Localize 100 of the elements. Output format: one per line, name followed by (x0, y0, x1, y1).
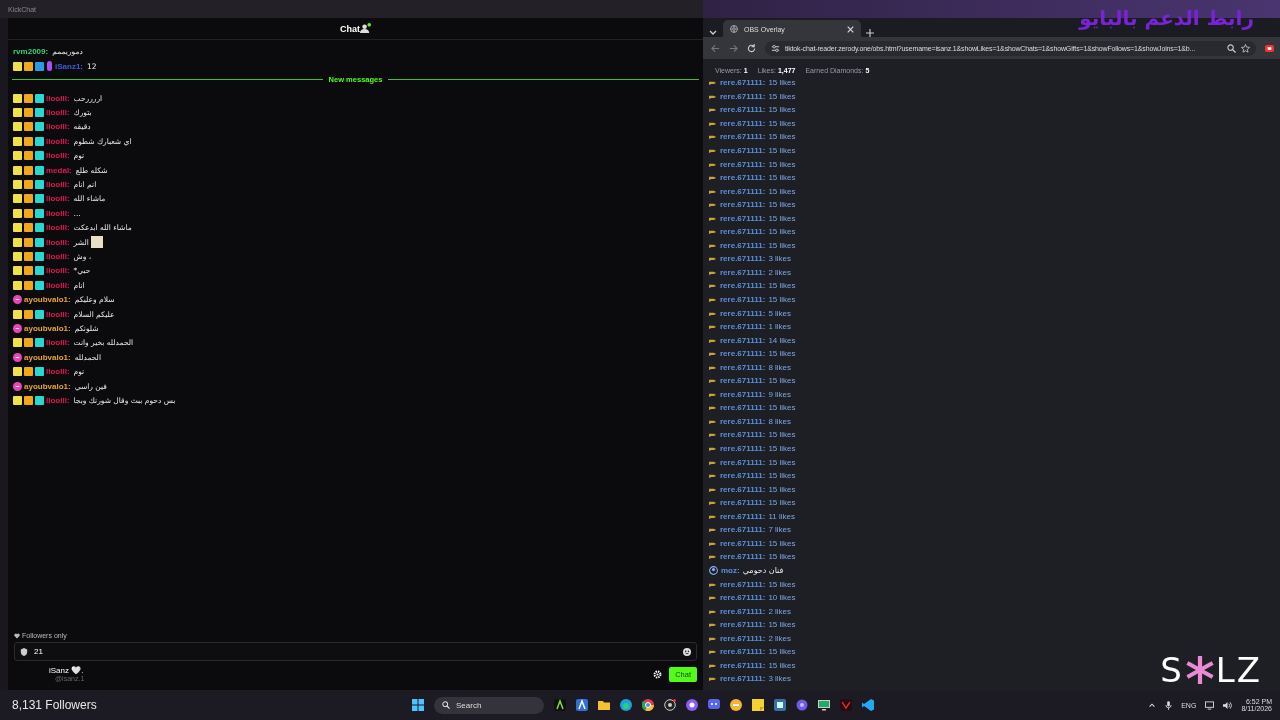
app-icon[interactable] (554, 699, 566, 711)
event-username: rere.671111: (720, 552, 766, 562)
username[interactable]: lloolll: (46, 237, 70, 247)
site-settings-icon[interactable] (771, 43, 780, 53)
forward-arrow-icon[interactable] (729, 43, 738, 53)
settings-icon[interactable] (653, 669, 663, 679)
event-text: 15 likes (768, 146, 796, 155)
username[interactable]: lloolll: (46, 194, 70, 204)
event-username: rere.671111: (720, 349, 766, 359)
profile-name: iSanz 🤍. (49, 666, 85, 675)
event-text: فنان دحومي (742, 565, 784, 575)
event-username: rere.671111: (720, 78, 766, 88)
folder-icon[interactable] (598, 699, 610, 711)
message-input-field[interactable]: 21 (14, 642, 697, 661)
username[interactable]: iSanz1: (55, 61, 83, 71)
user-icon[interactable] (360, 23, 371, 34)
star-icon (1185, 656, 1214, 684)
close-icon[interactable] (847, 25, 854, 33)
plus-icon[interactable] (866, 29, 874, 37)
event-text: 15 likes (768, 105, 796, 115)
username[interactable]: ayoubvalo1: (24, 295, 71, 305)
event-username: rere.671111: (720, 525, 766, 535)
username[interactable]: lloolll: (46, 108, 70, 118)
chat-app-icon[interactable] (708, 699, 720, 711)
event-username: rere.671111: (720, 295, 766, 304)
volume-icon[interactable] (1223, 700, 1233, 710)
browser-icon[interactable] (642, 699, 654, 711)
app-icon[interactable] (774, 699, 786, 711)
event-username: rere.671111: (720, 633, 766, 643)
event-username: rere.671111: (720, 430, 766, 440)
username[interactable]: lloolll: (46, 252, 70, 261)
app-icon[interactable] (796, 699, 808, 711)
event-text: 2 likes (768, 606, 792, 616)
event-username: rere.671111: (720, 403, 766, 413)
username[interactable]: lloolll: (46, 122, 70, 132)
username[interactable]: ayoubvalo1: (24, 323, 71, 333)
subscriber-badge (13, 61, 22, 71)
microphone-icon[interactable] (1165, 700, 1173, 710)
username[interactable]: lloolll: (46, 93, 70, 103)
zoom-icon[interactable] (1227, 43, 1236, 53)
event-text: 2 likes (768, 267, 792, 277)
username[interactable]: lloolll: (46, 309, 70, 319)
event-username: rere.671111: (720, 376, 766, 386)
username[interactable]: lloolll: (46, 208, 70, 218)
logo-text: LZ (1215, 650, 1262, 690)
message-input[interactable]: 21 (34, 647, 677, 656)
app-icon[interactable] (730, 699, 742, 711)
app-icon[interactable] (576, 699, 588, 711)
username[interactable]: lloolll: (46, 136, 70, 146)
username[interactable]: medal: (46, 165, 72, 175)
back-arrow-icon[interactable] (711, 43, 720, 53)
event-text: 3 likes (768, 254, 792, 264)
microphone-icon (46, 61, 53, 71)
shield-icon (20, 647, 28, 656)
globe-icon (730, 25, 738, 33)
username[interactable]: lloolll: (46, 151, 70, 161)
event-text: 15 likes (768, 200, 796, 210)
event-username: rere.671111: (720, 118, 766, 128)
username[interactable]: lloolll: (46, 338, 70, 348)
app-icon[interactable] (686, 699, 698, 711)
event-text: 15 likes (768, 579, 796, 589)
monitor-icon[interactable] (818, 699, 830, 711)
username[interactable]: rvm2009: (13, 46, 49, 56)
code-editor-icon[interactable] (862, 699, 874, 711)
username[interactable]: lloolll: (46, 180, 70, 190)
event-username: rere.671111: (720, 308, 766, 318)
reload-icon[interactable] (747, 43, 756, 53)
event-username: rere.671111: (720, 593, 766, 603)
event-username: rere.671111: (720, 457, 766, 467)
subscriber-badge (13, 367, 22, 377)
heart-icon (14, 632, 20, 639)
username[interactable]: ayoubvalo1: (24, 381, 71, 391)
crown-badge (24, 61, 33, 71)
chevron-up-icon[interactable] (1148, 701, 1157, 709)
event-username: rere.671111: (720, 91, 766, 101)
event-text: 15 likes (768, 281, 796, 291)
event-text: 15 likes (768, 471, 796, 481)
event-username: rere.671111: (720, 213, 766, 223)
event-text: 15 likes (768, 620, 796, 630)
username[interactable]: lloolll: (46, 395, 70, 405)
event-username: rere.671111: (720, 389, 766, 399)
windows-icon[interactable] (412, 699, 424, 711)
event-username: rere.671111: (720, 416, 766, 426)
username[interactable]: lloolll: (46, 223, 70, 233)
browser-icon[interactable] (620, 699, 632, 711)
username[interactable]: lloolll: (46, 266, 70, 276)
search-field[interactable]: Search (456, 700, 536, 710)
taskbar-search-field[interactable]: Search (434, 696, 544, 714)
extension-icon[interactable] (1265, 43, 1274, 53)
subscriber-badge (13, 309, 22, 319)
star-icon[interactable] (1241, 43, 1250, 53)
username[interactable]: lloolll: (46, 367, 70, 377)
username[interactable]: lloolll: (46, 280, 70, 290)
monitor-icon[interactable] (1205, 700, 1215, 710)
event-text: 7 likes (768, 525, 792, 535)
record-icon[interactable] (664, 699, 676, 711)
event-text: 15 likes (768, 498, 796, 508)
emoji-icon[interactable] (683, 647, 691, 656)
username[interactable]: ayoubvalo1: (24, 352, 71, 362)
event-text: 15 likes (768, 430, 796, 440)
